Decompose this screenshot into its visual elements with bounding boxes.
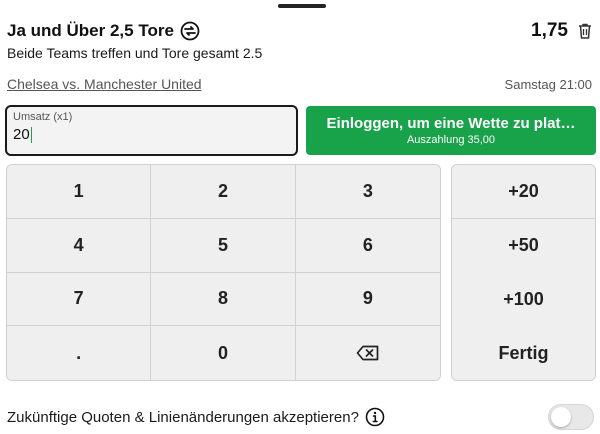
key-decimal[interactable]: . [7,326,152,380]
kickoff-time: Samstag 21:00 [504,76,592,92]
backspace-icon [356,345,380,361]
login-to-bet-button[interactable]: Einloggen, um eine Wette zu plat… Auszah… [306,106,596,155]
quick-stake-panel: +20 +50 +100 Fertig [451,164,596,381]
quick-stake-50[interactable]: +50 [452,218,595,273]
text-caret [30,126,32,143]
key-6[interactable]: 6 [295,218,440,273]
key-8[interactable]: 8 [151,272,296,327]
bet-description: Beide Teams treffen und Tore gesamt 2.5 [7,45,263,61]
stake-label: Umsatz (x1) [13,111,73,123]
key-1[interactable]: 1 [7,165,152,219]
numeric-keypad: 1 2 3 4 5 6 7 8 9 . 0 [6,164,441,381]
match-row: Chelsea vs. Manchester United Samstag 21… [7,76,592,92]
toggle-knob [551,407,571,427]
quick-stake-100[interactable]: +100 [452,272,595,327]
key-0[interactable]: 0 [151,326,296,380]
key-3[interactable]: 3 [295,165,440,219]
login-button-label: Einloggen, um eine Wette zu plat… [326,115,576,132]
key-9[interactable]: 9 [295,272,440,327]
accept-changes-row: Zukünftige Quoten & Linienänderungen akz… [7,404,594,430]
odds-value: 1,75 [531,20,568,41]
key-7[interactable]: 7 [7,272,152,327]
key-backspace[interactable] [295,326,440,380]
key-2[interactable]: 2 [151,165,296,219]
drag-handle[interactable] [278,4,326,8]
trash-icon[interactable] [578,23,592,39]
accept-changes-label: Zukünftige Quoten & Linienänderungen akz… [7,408,359,426]
quick-stake-20[interactable]: +20 [452,165,595,219]
bet-title: Ja und Über 2,5 Tore [7,21,174,40]
stake-value: 20 [13,126,30,143]
accept-changes-toggle[interactable] [548,404,594,430]
bet-header: Ja und Über 2,5 Tore 1,75 [7,18,592,44]
stake-input[interactable]: Umsatz (x1) 20 [5,105,298,156]
info-icon[interactable] [365,407,385,427]
key-5[interactable]: 5 [151,218,296,273]
swap-icon[interactable] [180,21,200,41]
match-link[interactable]: Chelsea vs. Manchester United [7,76,202,92]
done-button[interactable]: Fertig [452,326,595,380]
payout-label: Auszahlung 35,00 [406,134,496,146]
key-4[interactable]: 4 [7,218,152,273]
